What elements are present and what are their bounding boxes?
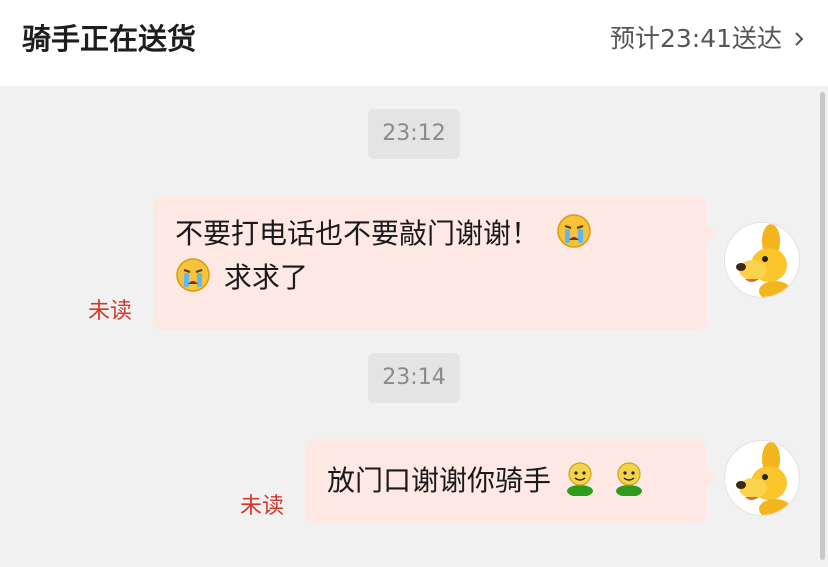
eta-text: 预计23:41送达 <box>609 24 782 53</box>
yellow-dog-avatar-icon <box>736 224 791 297</box>
green-smiley-icon <box>615 462 642 496</box>
message-bubble[interactable]: 不要打电话也不要敲门谢谢！ 求求了 <box>153 196 717 330</box>
eta-link[interactable]: 预计23:41送达 <box>610 22 806 56</box>
yellow-dog-avatar-icon <box>736 442 791 515</box>
message-text: 放门口谢谢你骑手 <box>327 464 552 497</box>
unread-status: 未读 <box>240 494 285 519</box>
message-text: 求求了 <box>223 261 308 294</box>
avatar[interactable] <box>724 440 800 516</box>
scrollbar[interactable] <box>820 92 825 560</box>
header-bar: 骑手正在送货 预计23:41送达 <box>0 0 828 86</box>
page-title: 骑手正在送货 <box>22 22 197 56</box>
timestamp-badge: 23:12 <box>368 109 460 159</box>
unread-status: 未读 <box>88 299 133 324</box>
chevron-right-icon <box>795 32 804 46</box>
timestamp-badge: 23:14 <box>368 353 460 403</box>
green-smiley-icon <box>566 462 593 496</box>
crying-face-icon <box>176 258 210 292</box>
crying-face-icon <box>557 214 591 248</box>
message-line: 不要打电话也不要敲门谢谢！ <box>175 212 685 256</box>
message-bubble[interactable]: 放门口谢谢你骑手 <box>305 439 717 523</box>
chat-area[interactable]: 23:12 不要打电话也不要敲门谢谢！ 求求了 未读 23:14 放门口谢谢你骑… <box>0 86 828 567</box>
message-line: 求求了 <box>175 256 685 300</box>
message-text: 不要打电话也不要敲门谢谢！ <box>175 217 540 250</box>
avatar[interactable] <box>724 222 800 298</box>
